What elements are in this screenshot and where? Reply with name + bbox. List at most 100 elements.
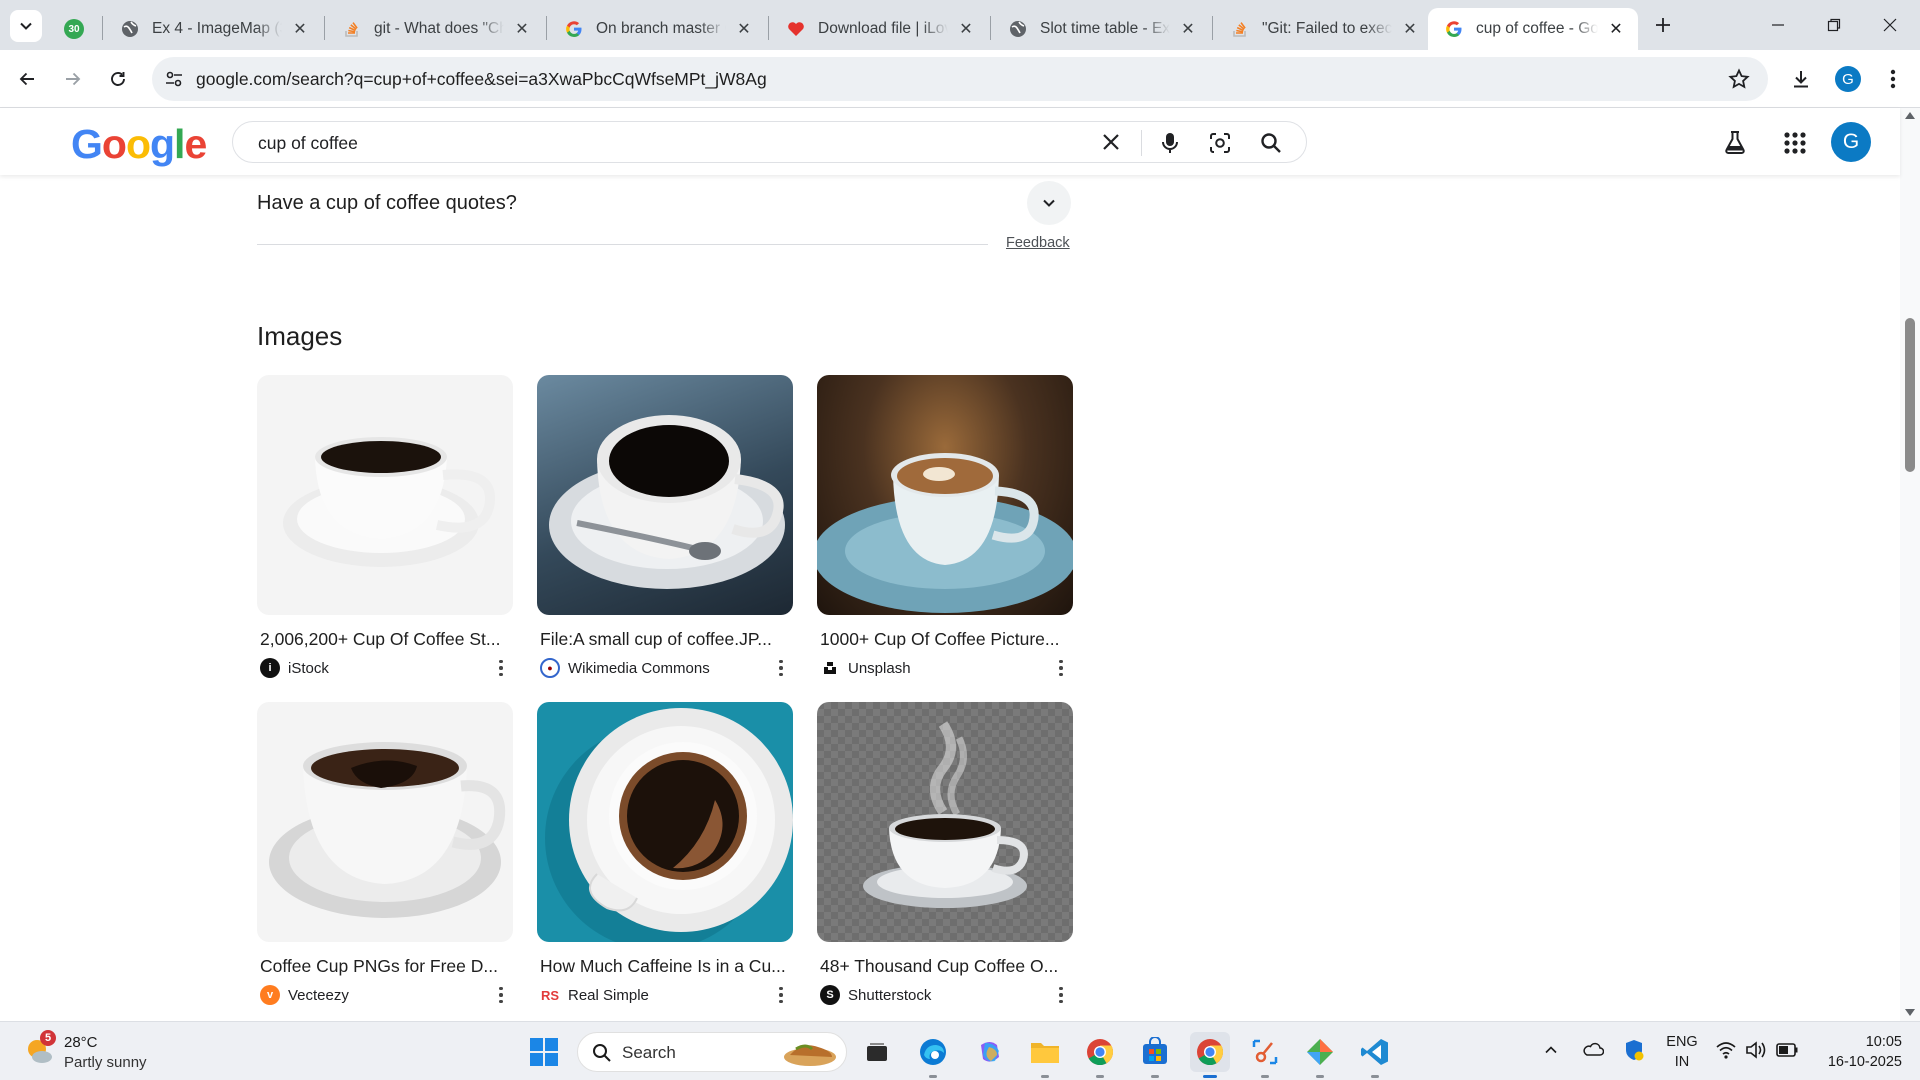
image-title[interactable]: File:A small cup of coffee.JP... [540, 629, 790, 650]
image-thumbnail[interactable] [817, 375, 1073, 615]
chevron-down-icon[interactable] [1027, 181, 1071, 225]
search-input[interactable]: cup of coffee [258, 133, 358, 154]
onedrive-icon[interactable] [1582, 1040, 1605, 1063]
clear-search-icon[interactable] [1101, 132, 1121, 157]
chrome-icon[interactable] [1080, 1032, 1120, 1078]
tab-title: Ex 4 - ImageMap (3 [152, 20, 282, 37]
volume-icon[interactable] [1745, 1041, 1767, 1064]
security-shield-icon[interactable] [1623, 1038, 1645, 1067]
faq-item[interactable]: Have a cup of coffee quotes? [257, 175, 1072, 245]
tab-download-file[interactable]: Download file | iLov ✕ [770, 8, 988, 50]
tab-git-what-does[interactable]: git - What does "Ch ✕ [326, 8, 544, 50]
battery-icon[interactable] [1776, 1043, 1798, 1062]
address-bar[interactable]: google.com/search?q=cup+of+coffee&sei=a3… [152, 57, 1768, 101]
search-labs-icon[interactable] [1722, 129, 1748, 160]
app-diamond-icon[interactable] [1300, 1032, 1340, 1078]
image-source[interactable]: i iStock [260, 658, 329, 678]
new-tab-button[interactable] [1648, 10, 1678, 40]
chevron-up-icon[interactable] [1543, 1042, 1559, 1063]
tab-git-failed[interactable]: "Git: Failed to execu ✕ [1214, 8, 1432, 50]
downloads-button[interactable] [1783, 61, 1819, 97]
image-source[interactable]: ● Wikimedia Commons [540, 658, 710, 678]
image-title[interactable]: How Much Caffeine Is in a Cu... [540, 956, 790, 977]
back-button[interactable] [9, 61, 45, 97]
tab-imagemap[interactable]: Ex 4 - ImageMap (3 ✕ [104, 8, 322, 50]
site-info-icon[interactable] [164, 69, 184, 94]
weather-widget[interactable]: 5 28°C Partly sunny [20, 1030, 170, 1074]
bookmark-star-icon[interactable] [1728, 68, 1750, 95]
url-text: google.com/search?q=cup+of+coffee&sei=a3… [196, 69, 767, 89]
more-options-icon[interactable] [773, 985, 789, 1005]
google-logo[interactable]: Google [71, 121, 207, 168]
chrome-menu-button[interactable] [1875, 61, 1911, 97]
tab-pinned[interactable]: 30 [56, 8, 96, 50]
tab-cup-of-coffee[interactable]: cup of coffee - Goo ✕ [1428, 8, 1638, 50]
file-explorer-icon[interactable] [1025, 1032, 1065, 1078]
image-source[interactable]: RS Real Simple [540, 985, 649, 1005]
scroll-up-arrow[interactable] [1905, 112, 1915, 119]
image-title[interactable]: Coffee Cup PNGs for Free D... [260, 956, 510, 977]
google-apps-icon[interactable] [1784, 132, 1806, 159]
image-source[interactable]: v Vecteezy [260, 985, 349, 1005]
start-button[interactable] [524, 1032, 564, 1072]
close-icon[interactable]: ✕ [1178, 19, 1198, 39]
voice-search-icon[interactable] [1159, 131, 1181, 160]
more-options-icon[interactable] [1053, 658, 1069, 678]
profile-button[interactable]: G [1830, 61, 1866, 97]
search-icon[interactable] [1260, 132, 1282, 159]
restore-button[interactable] [1812, 10, 1856, 40]
search-box[interactable]: cup of coffee [232, 121, 1307, 163]
chrome-active-icon[interactable] [1190, 1032, 1230, 1078]
image-thumbnail[interactable] [537, 375, 793, 615]
more-options-icon[interactable] [1053, 985, 1069, 1005]
forward-button[interactable] [55, 61, 91, 97]
more-options-icon[interactable] [493, 658, 509, 678]
image-thumbnail[interactable] [817, 702, 1073, 942]
close-icon[interactable]: ✕ [1606, 19, 1626, 39]
image-source[interactable]: S Shutterstock [820, 985, 931, 1005]
taskbar-search[interactable]: Search [577, 1032, 847, 1072]
edge-icon[interactable] [913, 1032, 953, 1078]
minimize-button[interactable] [1756, 10, 1800, 40]
image-result[interactable]: 2,006,200+ Cup Of Coffee St... i iStock [257, 375, 513, 678]
image-title[interactable]: 48+ Thousand Cup Coffee O... [820, 956, 1070, 977]
close-icon[interactable]: ✕ [956, 19, 976, 39]
image-result[interactable]: File:A small cup of coffee.JP... ● Wikim… [537, 375, 793, 678]
lens-search-icon[interactable] [1208, 131, 1232, 160]
close-icon[interactable]: ✕ [734, 19, 754, 39]
account-avatar[interactable]: G [1831, 122, 1871, 162]
close-icon[interactable]: ✕ [1400, 19, 1420, 39]
image-source[interactable]: Unsplash [820, 658, 911, 678]
more-options-icon[interactable] [773, 658, 789, 678]
tab-on-branch-master[interactable]: On branch master C ✕ [548, 8, 766, 50]
reload-button[interactable] [100, 61, 136, 97]
image-thumbnail[interactable] [257, 702, 513, 942]
image-result[interactable]: 48+ Thousand Cup Coffee O... S Shutterst… [817, 702, 1073, 1005]
page-scrollbar[interactable] [1900, 108, 1920, 1021]
tab-slot-time-table[interactable]: Slot time table - Ex ✕ [992, 8, 1210, 50]
image-result[interactable]: 1000+ Cup Of Coffee Picture... Unsplash [817, 375, 1073, 678]
wifi-icon[interactable] [1716, 1041, 1736, 1064]
task-view-icon[interactable] [857, 1032, 897, 1072]
scrollbar-thumb[interactable] [1905, 318, 1915, 472]
vscode-icon[interactable] [1355, 1032, 1395, 1078]
feedback-link[interactable]: Feedback [1006, 235, 1070, 251]
image-title[interactable]: 2,006,200+ Cup Of Coffee St... [260, 629, 510, 650]
clock[interactable]: 10:05 16-10-2025 [1812, 1032, 1902, 1072]
snipping-tool-icon[interactable] [1245, 1032, 1285, 1078]
green-badge-icon: 30 [64, 19, 84, 39]
image-thumbnail[interactable] [537, 702, 793, 942]
close-window-button[interactable] [1868, 10, 1912, 40]
image-title[interactable]: 1000+ Cup Of Coffee Picture... [820, 629, 1070, 650]
image-result[interactable]: Coffee Cup PNGs for Free D... v Vecteezy [257, 702, 513, 1005]
image-result[interactable]: How Much Caffeine Is in a Cu... RS Real … [537, 702, 793, 1004]
microsoft-store-icon[interactable] [1135, 1032, 1175, 1078]
copilot-icon[interactable] [970, 1032, 1010, 1072]
scroll-down-arrow[interactable] [1905, 1009, 1915, 1016]
tab-search-button[interactable] [10, 10, 42, 42]
image-thumbnail[interactable] [257, 375, 513, 615]
language-indicator[interactable]: ENG IN [1664, 1032, 1700, 1072]
more-options-icon[interactable] [493, 985, 509, 1005]
close-icon[interactable]: ✕ [290, 19, 310, 39]
close-icon[interactable]: ✕ [512, 19, 532, 39]
